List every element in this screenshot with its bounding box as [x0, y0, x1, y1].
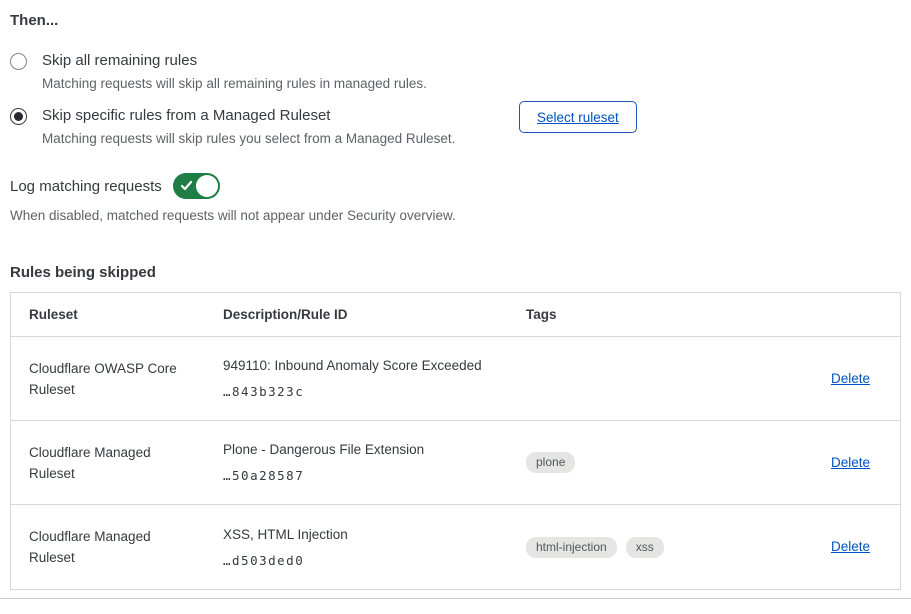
radio-skip-all-rules[interactable]	[10, 53, 27, 70]
rules-being-skipped-heading: Rules being skipped	[10, 264, 901, 281]
ruleset-name: Cloudflare Managed Ruleset	[11, 526, 223, 568]
radio-skip-specific-rules[interactable]	[10, 108, 27, 125]
option-skip-all-label[interactable]: Skip all remaining rules	[42, 52, 427, 70]
log-matching-requests-label: Log matching requests	[10, 178, 162, 195]
log-toggle-description: When disabled, matched requests will not…	[10, 207, 901, 224]
delete-link[interactable]: Delete	[831, 455, 870, 470]
tags-cell: plone	[526, 452, 756, 473]
tags-cell: html-injection xss	[526, 537, 756, 558]
option-skip-all-description: Matching requests will skip all remainin…	[42, 75, 427, 92]
check-icon	[180, 179, 193, 192]
rules-being-skipped-table: Ruleset Description/Rule ID Tags Cloudfl…	[10, 292, 901, 590]
column-header-tags: Tags	[526, 307, 756, 322]
rule-description: Plone - Dangerous File Extension	[223, 442, 526, 457]
delete-link[interactable]: Delete	[831, 371, 870, 386]
log-matching-requests-toggle[interactable]	[173, 173, 220, 199]
option-skip-specific-label[interactable]: Skip specific rules from a Managed Rules…	[42, 107, 455, 125]
option-skip-specific-description: Matching requests will skip rules you se…	[42, 130, 455, 147]
table-row: Cloudflare Managed Ruleset XSS, HTML Inj…	[11, 505, 900, 589]
waf-rule-config-panel: Then... Skip all remaining rules Matchin…	[0, 0, 911, 614]
rule-id: …50a28587	[223, 468, 526, 483]
delete-link[interactable]: Delete	[831, 539, 870, 554]
tag-pill: html-injection	[526, 537, 617, 558]
table-row: Cloudflare OWASP Core Ruleset 949110: In…	[11, 337, 900, 421]
toggle-knob	[196, 175, 218, 197]
rule-description: XSS, HTML Injection	[223, 527, 526, 542]
tag-pill: xss	[626, 537, 664, 558]
rule-id: …d503ded0	[223, 553, 526, 568]
table-row: Cloudflare Managed Ruleset Plone - Dange…	[11, 421, 900, 505]
rule-description: 949110: Inbound Anomaly Score Exceeded	[223, 358, 526, 373]
column-header-description: Description/Rule ID	[223, 307, 526, 322]
tag-pill: plone	[526, 452, 575, 473]
select-ruleset-button[interactable]: Select ruleset	[519, 101, 637, 133]
ruleset-name: Cloudflare Managed Ruleset	[11, 442, 223, 484]
then-heading: Then...	[10, 12, 901, 29]
rule-id: …843b323c	[223, 384, 526, 399]
column-header-ruleset: Ruleset	[11, 304, 223, 325]
section-divider	[0, 598, 911, 599]
table-header-row: Ruleset Description/Rule ID Tags	[11, 293, 900, 337]
ruleset-name: Cloudflare OWASP Core Ruleset	[11, 358, 223, 400]
option-skip-all-rules[interactable]: Skip all remaining rules Matching reques…	[10, 52, 901, 92]
option-skip-specific-rules[interactable]: Skip specific rules from a Managed Rules…	[10, 107, 901, 147]
